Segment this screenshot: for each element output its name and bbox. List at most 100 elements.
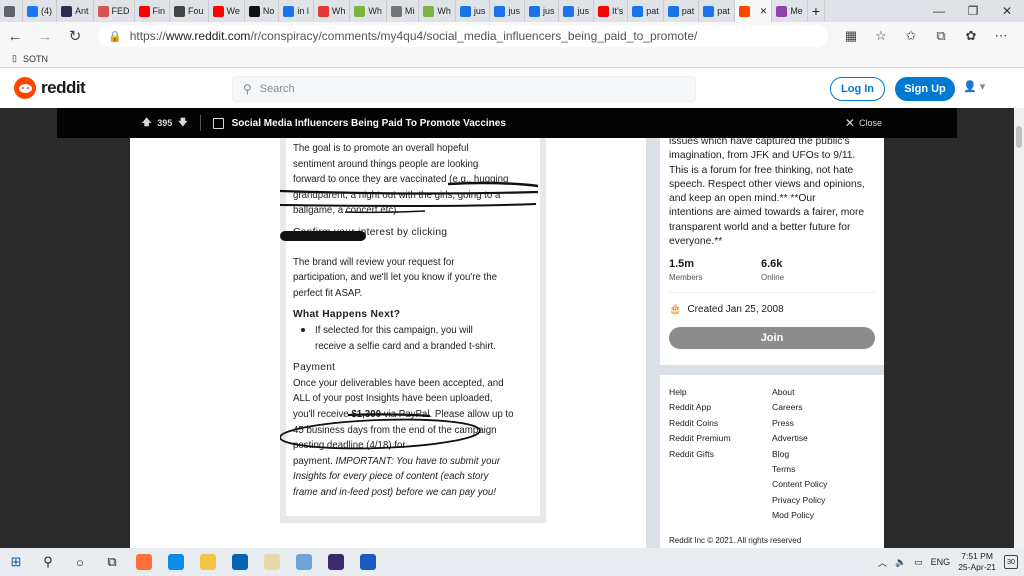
footer-link[interactable]: Reddit App <box>669 400 772 415</box>
browser-tab[interactable]: Mi <box>387 0 420 22</box>
description-line: and keep an open mind.** **Our <box>669 193 816 205</box>
user-menu-icon[interactable]: 👤 ▾ <box>963 80 985 93</box>
notification-icon[interactable]: 30 <box>1004 555 1018 569</box>
browser-tab[interactable]: No <box>245 0 280 22</box>
clock[interactable]: 7:51 PM 25-Apr-21 <box>958 551 996 573</box>
browser-tab[interactable]: Wh <box>419 0 456 22</box>
favorite-link[interactable]: SOTN <box>23 54 48 64</box>
footer-link[interactable]: Mod Policy <box>772 508 875 523</box>
search-input[interactable]: ⚲ Search <box>232 76 696 102</box>
footer-link[interactable]: Help <box>669 385 772 400</box>
footer-link[interactable]: Terms <box>772 462 875 477</box>
browser-tab[interactable]: Wh <box>314 0 351 22</box>
browser-tab[interactable]: pat <box>664 0 700 22</box>
footer-link[interactable]: Careers <box>772 400 875 415</box>
tray-chevron-icon[interactable]: ︿ <box>878 556 887 569</box>
favorite-star-icon[interactable]: ☆ <box>866 28 896 44</box>
login-button[interactable]: Log In <box>830 77 885 101</box>
footer-link[interactable]: Reddit Gifts <box>669 447 772 462</box>
browser-tab[interactable]: (4) <box>23 0 57 22</box>
footer-link[interactable]: About <box>772 385 875 400</box>
back-icon[interactable]: ← <box>0 28 30 45</box>
taskbar-app-icon[interactable] <box>256 548 288 576</box>
browser-tab[interactable]: in l <box>279 0 314 22</box>
browser-tab[interactable]: Fou <box>170 0 209 22</box>
taskbar-app-icon[interactable] <box>288 548 320 576</box>
date: 25-Apr-21 <box>958 562 996 572</box>
collections-icon[interactable]: ⧉ <box>926 28 956 44</box>
members-stat: 1.5m Members <box>669 257 761 283</box>
tab-favicon-icon <box>354 5 366 17</box>
forward-icon[interactable]: → <box>30 28 60 45</box>
browser-tab[interactable]: It's <box>594 0 629 22</box>
windows-start-icon[interactable]: ⊞ <box>0 548 32 576</box>
language[interactable]: ENG <box>931 557 951 567</box>
tab-label: jus <box>508 6 520 16</box>
footer-link[interactable]: Content Policy <box>772 477 875 492</box>
footer-link[interactable]: Reddit Premium <box>669 431 772 446</box>
favorites-icon[interactable]: ✩ <box>896 28 926 44</box>
taskbar-app-icon[interactable] <box>128 548 160 576</box>
browser-tab[interactable]: jus <box>525 0 560 22</box>
search-icon[interactable]: ⚲ <box>32 548 64 576</box>
tab-favicon-icon <box>459 5 471 17</box>
url-domain: www.reddit.com <box>165 29 251 43</box>
taskbar-app-icon[interactable] <box>320 548 352 576</box>
footer-link[interactable]: Press <box>772 416 875 431</box>
close-post-button[interactable]: ✕ Close <box>845 116 882 130</box>
browser-tab[interactable]: jus <box>456 0 491 22</box>
post-image[interactable]: The goal is to promote an overall hopefu… <box>280 138 546 523</box>
more-icon[interactable]: ⋯ <box>986 28 1016 44</box>
taskbar-app-icon[interactable] <box>224 548 256 576</box>
browser-tab[interactable]: pat <box>628 0 664 22</box>
minimize-icon[interactable]: — <box>922 4 956 18</box>
browser-tab[interactable]: Ant <box>57 0 94 22</box>
restore-icon[interactable]: ❐ <box>956 4 990 18</box>
footer-link[interactable]: Privacy Policy <box>772 493 875 508</box>
footer-link[interactable]: Blog <box>772 447 875 462</box>
footer-link[interactable]: Advertise <box>772 431 875 446</box>
downvote-icon[interactable]: 🡇 <box>178 115 187 131</box>
browser-tab[interactable]: Me <box>772 0 808 22</box>
image-post-icon <box>212 117 224 129</box>
browser-tab[interactable]: We <box>209 0 245 22</box>
cortana-icon[interactable]: ○ <box>64 548 96 576</box>
join-button[interactable]: Join <box>669 326 875 349</box>
close-window-icon[interactable]: ✕ <box>990 4 1024 18</box>
extension-icon[interactable]: ✿ <box>956 28 986 44</box>
browser-tab[interactable]: jus <box>490 0 525 22</box>
upvote-icon[interactable]: 🡅 <box>142 115 151 131</box>
refresh-icon[interactable]: ↻ <box>60 27 90 45</box>
task-view-icon[interactable]: ⧉ <box>96 548 128 576</box>
tab-label: Me <box>790 6 803 16</box>
network-icon[interactable]: ▭ <box>914 557 923 568</box>
members-label: Members <box>669 272 703 282</box>
browser-tab[interactable]: Wh <box>350 0 387 22</box>
taskbar-app-icon[interactable] <box>352 548 384 576</box>
signup-button[interactable]: Sign Up <box>895 77 955 101</box>
browser-tab[interactable]: Fin <box>135 0 171 22</box>
browser-tab[interactable]: pat <box>699 0 735 22</box>
about-community-card: issues which have captured the public's i… <box>660 136 884 365</box>
tab-label: It's <box>611 6 624 16</box>
browser-tab[interactable]: ✕ <box>734 0 773 22</box>
tab-favicon-icon <box>494 5 506 17</box>
tab-label: Wh <box>437 6 451 16</box>
vote-count: 395 <box>157 118 173 128</box>
page-scrollbar[interactable] <box>1014 108 1024 548</box>
browser-tab[interactable] <box>0 0 23 22</box>
browser-tab[interactable]: FED <box>94 0 135 22</box>
reddit-wordmark[interactable]: reddit <box>41 78 86 98</box>
url-field[interactable]: 🔒 https://www.reddit.com/r/conspiracy/co… <box>98 25 828 47</box>
tab-close-icon[interactable]: ✕ <box>760 6 768 17</box>
footer-link[interactable]: Reddit Coins <box>669 416 772 431</box>
reddit-logo-icon[interactable] <box>14 77 36 99</box>
browser-tab[interactable]: jus <box>559 0 594 22</box>
tab-favicon-icon <box>528 5 540 17</box>
ink-annotations <box>280 181 539 450</box>
taskbar-app-icon[interactable] <box>192 548 224 576</box>
taskbar-app-icon[interactable] <box>160 548 192 576</box>
qr-icon[interactable]: ▦ <box>836 28 866 44</box>
new-tab-button[interactable]: + <box>808 0 826 22</box>
volume-icon[interactable]: 🔈 <box>895 557 906 568</box>
